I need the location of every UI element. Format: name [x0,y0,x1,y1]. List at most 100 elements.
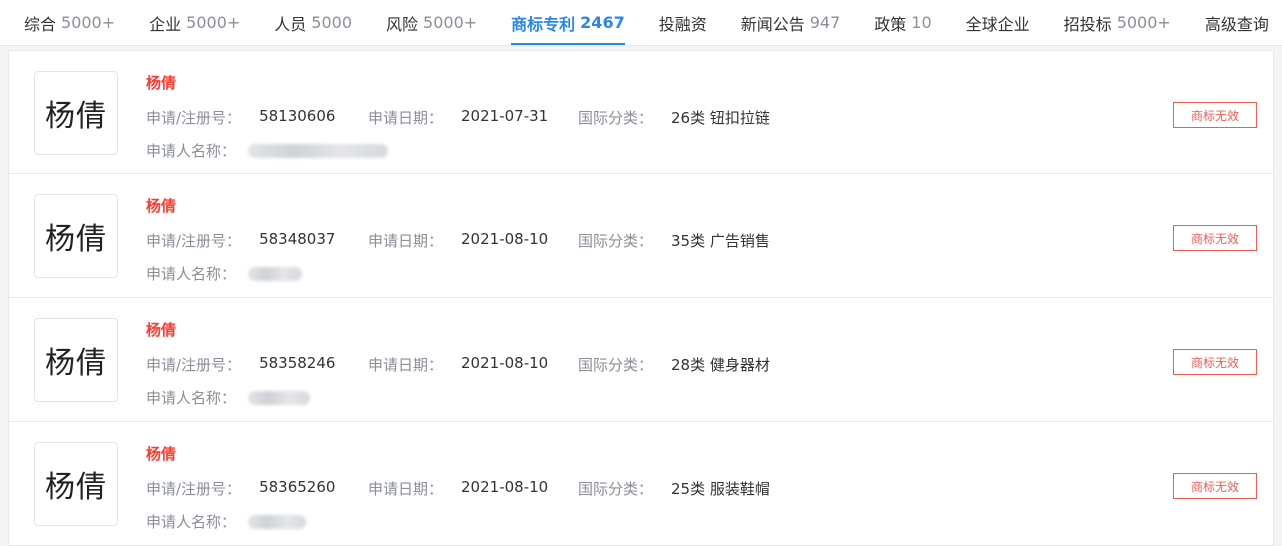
trademark-image-text: 杨倩 [45,346,107,381]
tab-investment[interactable]: 投融资 [659,0,707,45]
applicant-label: 申请人名称： [146,513,237,531]
trademark-detail-row: 申请/注册号： 58358246 申请日期： 2021-08-10 国际分类： … [146,354,770,375]
tab-label: 高级查询 [1204,14,1269,34]
tab-count: 2467 [580,13,625,32]
trademark-image-text: 杨倩 [45,470,107,505]
tab-advanced-search[interactable]: 高级查询 [1205,0,1269,45]
trademark-image[interactable]: 杨倩 [34,194,118,278]
tab-label: 全球企业 [965,14,1030,34]
registration-number-group: 申请/注册号： 58365260 [146,478,368,499]
tab-label: 新闻公告 [740,14,805,34]
status-badge: 商标无效 [1173,349,1257,375]
status-badge: 商标无效 [1173,473,1257,499]
trademark-image-text: 杨倩 [45,99,107,134]
apply-date-group: 申请日期： 2021-08-10 [368,478,578,499]
trademark-name-link[interactable]: 杨倩 [146,443,176,464]
trademark-detail-row: 申请/注册号： 58348037 申请日期： 2021-08-10 国际分类： … [146,230,770,251]
tab-count: 5000+ [1116,13,1171,32]
tab-label: 商标专利 [511,14,576,34]
registration-number-label: 申请/注册号： [146,480,242,498]
applicant-label: 申请人名称： [146,265,237,283]
tab-count: 10 [911,13,932,32]
applicant-name-redacted [248,514,307,529]
tab-risk[interactable]: 风险 5000+ [386,0,477,45]
tab-label: 人员 [274,14,307,34]
applicant-row: 申请人名称： [146,387,311,408]
intl-class: 25类 服装鞋帽 [671,480,770,498]
trademark-result-card[interactable]: 杨倩 杨倩 申请/注册号： 58365260 申请日期： 2021-08-10 … [8,422,1274,546]
apply-date-label: 申请日期： [368,232,444,250]
trademark-info: 杨倩 申请/注册号： 58348037 申请日期： 2021-08-10 国际分… [146,174,1046,298]
tab-label: 招投标 [1063,14,1112,34]
tab-global-enterprise[interactable]: 全球企业 [966,0,1030,45]
registration-number: 58365260 [259,478,336,496]
apply-date-label: 申请日期： [368,109,444,127]
applicant-name-redacted [248,266,303,281]
registration-number-label: 申请/注册号： [146,232,242,250]
apply-date: 2021-08-10 [461,478,549,496]
registration-number: 58348037 [259,230,336,248]
tab-policy[interactable]: 政策 10 [874,0,931,45]
trademark-result-card[interactable]: 杨倩 杨倩 申请/注册号： 58358246 申请日期： 2021-08-10 … [8,298,1274,422]
tab-label: 政策 [874,14,907,34]
trademark-result-list: 杨倩 杨倩 申请/注册号： 58130606 申请日期： 2021-07-31 … [8,50,1274,546]
tab-count: 5000+ [61,13,116,32]
tab-enterprise[interactable]: 企业 5000+ [149,0,240,45]
status-badge: 商标无效 [1173,225,1257,251]
applicant-name-redacted [248,390,311,405]
applicant-row: 申请人名称： [146,511,307,532]
tab-trademark-patent[interactable]: 商标专利 2467 [511,0,625,45]
tab-label: 综合 [24,14,57,34]
tab-comprehensive[interactable]: 综合 5000+ [24,0,115,45]
apply-date-group: 申请日期： 2021-08-10 [368,230,578,251]
category-tabs: 综合 5000+ 企业 5000+ 人员 5000 风险 5000+ 商标专利 … [0,0,1282,46]
applicant-row: 申请人名称： [146,263,303,284]
intl-class-label: 国际分类： [578,232,654,250]
tab-count: 5000 [311,13,353,32]
search-results-page: 综合 5000+ 企业 5000+ 人员 5000 风险 5000+ 商标专利 … [0,0,1282,546]
registration-number-label: 申请/注册号： [146,356,242,374]
apply-date-label: 申请日期： [368,356,444,374]
applicant-label: 申请人名称： [146,142,237,160]
intl-class-label: 国际分类： [578,480,654,498]
trademark-image[interactable]: 杨倩 [34,318,118,402]
intl-class-label: 国际分类： [578,356,654,374]
applicant-label: 申请人名称： [146,389,237,407]
tab-bidding[interactable]: 招投标 5000+ [1064,0,1171,45]
trademark-image[interactable]: 杨倩 [34,442,118,526]
intl-class-label: 国际分类： [578,109,654,127]
trademark-info: 杨倩 申请/注册号： 58130606 申请日期： 2021-07-31 国际分… [146,51,1046,175]
intl-class: 26类 钮扣拉链 [671,109,770,127]
trademark-name-link[interactable]: 杨倩 [146,72,176,93]
registration-number-group: 申请/注册号： 58130606 [146,107,368,128]
apply-date-label: 申请日期： [368,480,444,498]
tab-news[interactable]: 新闻公告 947 [741,0,841,45]
trademark-info: 杨倩 申请/注册号： 58365260 申请日期： 2021-08-10 国际分… [146,422,1046,546]
registration-number: 58358246 [259,354,336,372]
trademark-detail-row: 申请/注册号： 58130606 申请日期： 2021-07-31 国际分类： … [146,107,770,128]
applicant-name-redacted [248,143,389,158]
trademark-name-link[interactable]: 杨倩 [146,195,176,216]
apply-date: 2021-08-10 [461,230,549,248]
intl-class-group: 国际分类： 35类 广告销售 [578,230,770,251]
tab-count: 5000+ [186,13,241,32]
trademark-result-card[interactable]: 杨倩 杨倩 申请/注册号： 58348037 申请日期： 2021-08-10 … [8,174,1274,298]
apply-date-group: 申请日期： 2021-07-31 [368,107,578,128]
trademark-result-card[interactable]: 杨倩 杨倩 申请/注册号： 58130606 申请日期： 2021-07-31 … [8,50,1274,174]
intl-class: 28类 健身器材 [671,356,770,374]
tab-label: 企业 [149,14,182,34]
registration-number: 58130606 [259,107,336,125]
trademark-image[interactable]: 杨倩 [34,71,118,155]
intl-class: 35类 广告销售 [671,232,770,250]
applicant-row: 申请人名称： [146,140,389,161]
tab-personnel[interactable]: 人员 5000 [274,0,352,45]
trademark-name-link[interactable]: 杨倩 [146,319,176,340]
status-badge: 商标无效 [1173,102,1257,128]
tab-label: 风险 [386,14,419,34]
trademark-image-text: 杨倩 [45,222,107,257]
intl-class-group: 国际分类： 25类 服装鞋帽 [578,478,770,499]
tab-label: 投融资 [658,14,707,34]
intl-class-group: 国际分类： 26类 钮扣拉链 [578,107,770,128]
registration-number-group: 申请/注册号： 58348037 [146,230,368,251]
intl-class-group: 国际分类： 28类 健身器材 [578,354,770,375]
